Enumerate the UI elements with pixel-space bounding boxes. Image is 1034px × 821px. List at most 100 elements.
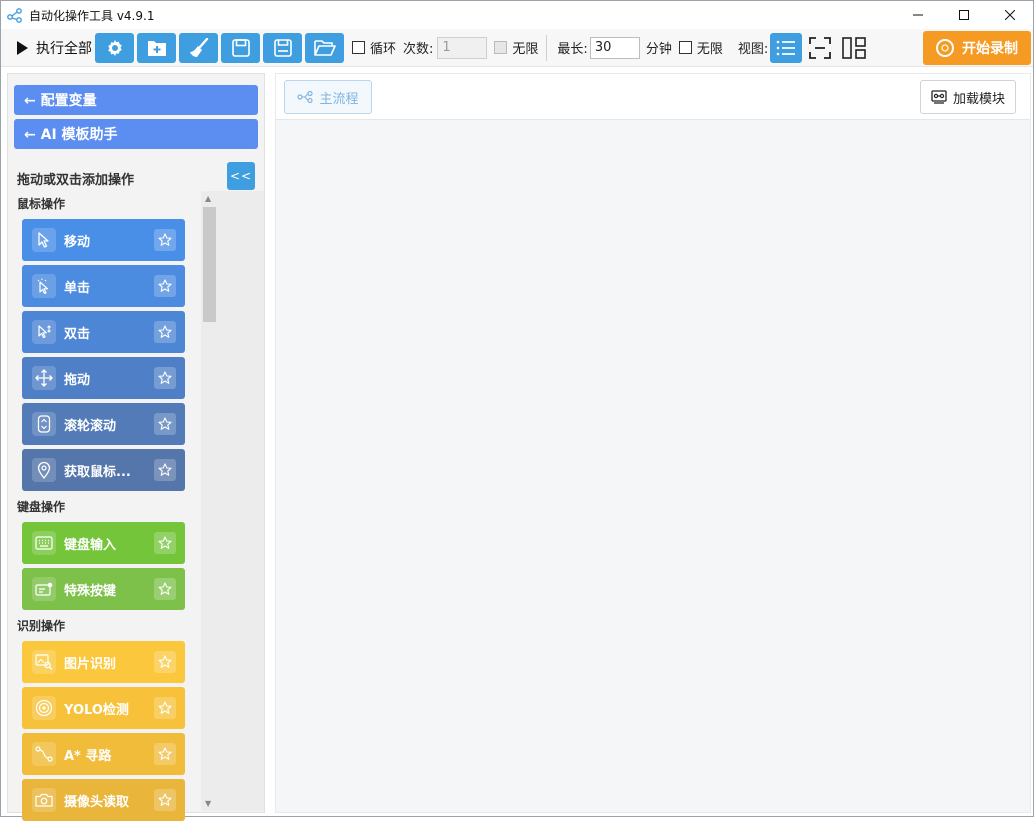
favorite-star-icon[interactable] bbox=[154, 697, 176, 719]
open-button[interactable] bbox=[305, 32, 344, 63]
config-variables-button[interactable]: ← 配置变量 bbox=[14, 85, 258, 115]
op-label: 摄像头读取 bbox=[64, 794, 130, 810]
maximize-icon bbox=[959, 10, 969, 20]
max-duration-label: 最长: bbox=[557, 42, 588, 57]
op-yolo-detection[interactable]: YOLO检测 bbox=[22, 687, 185, 729]
op-drag[interactable]: 拖动 bbox=[22, 357, 185, 399]
run-all-label: 执行全部 bbox=[36, 40, 92, 57]
scroll-up-arrow-icon[interactable]: ▲ bbox=[205, 194, 211, 203]
scrollbar-thumb[interactable] bbox=[203, 207, 216, 322]
save-as-button[interactable] bbox=[263, 32, 302, 63]
scroll-wheel-icon bbox=[32, 412, 56, 436]
record-icon bbox=[936, 39, 954, 57]
loop-checkbox[interactable] bbox=[352, 41, 365, 54]
op-image-recognition[interactable]: 图片识别 bbox=[22, 641, 185, 683]
op-move[interactable]: 移动 bbox=[22, 219, 185, 261]
op-special-key[interactable]: 特殊按键 bbox=[22, 568, 185, 610]
module-icon bbox=[931, 90, 947, 104]
clear-button[interactable] bbox=[179, 32, 218, 63]
category-recognition-label: 识别操作 bbox=[17, 619, 66, 633]
close-button[interactable] bbox=[987, 1, 1033, 29]
op-scroll[interactable]: 滚轮滚动 bbox=[22, 403, 185, 445]
favorite-star-icon[interactable] bbox=[154, 789, 176, 811]
main-flow-label: 主流程 bbox=[319, 91, 359, 107]
focus-view-button[interactable] bbox=[804, 33, 836, 63]
load-module-button[interactable]: 加载模块 bbox=[920, 80, 1016, 114]
location-pin-icon bbox=[32, 458, 56, 482]
save-button[interactable] bbox=[221, 32, 260, 63]
workflow-canvas[interactable]: 主流程 加载模块 bbox=[275, 73, 1031, 813]
op-keyboard-input[interactable]: 键盘输入 bbox=[22, 522, 185, 564]
op-label: 拖动 bbox=[64, 372, 91, 388]
move-arrows-icon bbox=[32, 366, 56, 390]
favorite-star-icon[interactable] bbox=[154, 578, 176, 600]
op-label: 移动 bbox=[64, 234, 91, 250]
op-click[interactable]: 单击 bbox=[22, 265, 185, 307]
title-bar: 自动化操作工具 v4.9.1 bbox=[1, 1, 1033, 29]
workflow-app-icon bbox=[7, 8, 22, 23]
split-view-button[interactable] bbox=[838, 33, 870, 63]
favorite-star-icon[interactable] bbox=[154, 743, 176, 765]
collapse-panel-button[interactable]: << bbox=[227, 162, 255, 190]
cursor-click-icon bbox=[32, 274, 56, 298]
close-icon bbox=[1005, 10, 1015, 20]
save-icon bbox=[231, 38, 250, 57]
frame-view-icon bbox=[809, 36, 832, 59]
op-label: A* 寻路 bbox=[64, 748, 112, 764]
op-label: 特殊按键 bbox=[64, 583, 117, 599]
duration-unlimited-checkbox[interactable] bbox=[678, 41, 692, 54]
run-all-button[interactable]: 执行全部 bbox=[17, 33, 92, 63]
start-recording-button[interactable]: 开始录制 bbox=[923, 31, 1031, 65]
play-icon bbox=[17, 40, 28, 55]
op-label: 键盘输入 bbox=[64, 537, 117, 553]
favorite-star-icon[interactable] bbox=[154, 459, 176, 481]
favorite-star-icon[interactable] bbox=[154, 651, 176, 673]
count-input[interactable]: 1 bbox=[437, 36, 488, 59]
favorite-star-icon[interactable] bbox=[154, 229, 176, 251]
maximize-button[interactable] bbox=[941, 1, 987, 29]
count-unlimited-checkbox[interactable] bbox=[494, 41, 508, 54]
new-file-button[interactable] bbox=[137, 32, 176, 63]
favorite-star-icon[interactable] bbox=[154, 321, 176, 343]
op-label: 单击 bbox=[64, 280, 91, 296]
list-view-icon bbox=[776, 40, 796, 55]
start-recording-label: 开始录制 bbox=[962, 41, 1018, 57]
panel-gutter bbox=[218, 191, 264, 811]
duration-unlimited-label: 无限 bbox=[696, 42, 723, 57]
special-key-icon bbox=[32, 577, 56, 601]
favorite-star-icon[interactable] bbox=[154, 275, 176, 297]
main-flow-tab[interactable]: 主流程 bbox=[284, 80, 372, 114]
favorite-star-icon[interactable] bbox=[154, 367, 176, 389]
category-mouse-label: 鼠标操作 bbox=[17, 197, 66, 211]
split-view-icon bbox=[842, 36, 867, 59]
load-module-label: 加载模块 bbox=[952, 91, 1005, 107]
drag-hint-text: 拖动或双击添加操作 bbox=[17, 173, 135, 188]
op-label: 获取鼠标... bbox=[64, 464, 131, 480]
ai-template-helper-button[interactable]: ← AI 模板助手 bbox=[14, 119, 258, 149]
op-camera-read[interactable]: 摄像头读取 bbox=[22, 779, 185, 821]
settings-button[interactable] bbox=[95, 32, 134, 63]
op-label: 滚轮滚动 bbox=[64, 418, 117, 434]
op-a-star-pathfinding[interactable]: A* 寻路 bbox=[22, 733, 185, 775]
favorite-star-icon[interactable] bbox=[154, 532, 176, 554]
scroll-down-arrow-icon[interactable]: ▼ bbox=[205, 799, 211, 808]
operations-panel: ← 配置变量 ← AI 模板助手 拖动或双击添加操作 << ▲ ▼ 鼠标操作 移… bbox=[7, 73, 265, 821]
minimize-button[interactable] bbox=[895, 1, 941, 29]
max-duration-input[interactable]: 30 bbox=[589, 36, 640, 59]
list-view-button[interactable] bbox=[770, 32, 803, 63]
category-keyboard-label: 键盘操作 bbox=[17, 500, 66, 514]
toolbar-divider bbox=[546, 34, 548, 61]
op-get-mouse-position[interactable]: 获取鼠标... bbox=[22, 449, 185, 491]
target-icon bbox=[32, 696, 56, 720]
save-as-icon bbox=[273, 38, 292, 57]
minimize-icon bbox=[913, 14, 923, 16]
op-label: 双击 bbox=[64, 326, 91, 342]
path-icon bbox=[32, 742, 56, 766]
cursor-icon bbox=[32, 228, 56, 252]
count-label: 次数: bbox=[403, 42, 434, 57]
favorite-star-icon[interactable] bbox=[154, 413, 176, 435]
count-unlimited-label: 无限 bbox=[512, 42, 539, 57]
op-double-click[interactable]: 双击 bbox=[22, 311, 185, 353]
main-toolbar: 执行全部 循环 次数: 1 无限 最长: 30 分钟 无限 视图: 开始录制 bbox=[1, 29, 1033, 67]
operations-scrollbar[interactable]: ▲ ▼ bbox=[201, 191, 218, 811]
